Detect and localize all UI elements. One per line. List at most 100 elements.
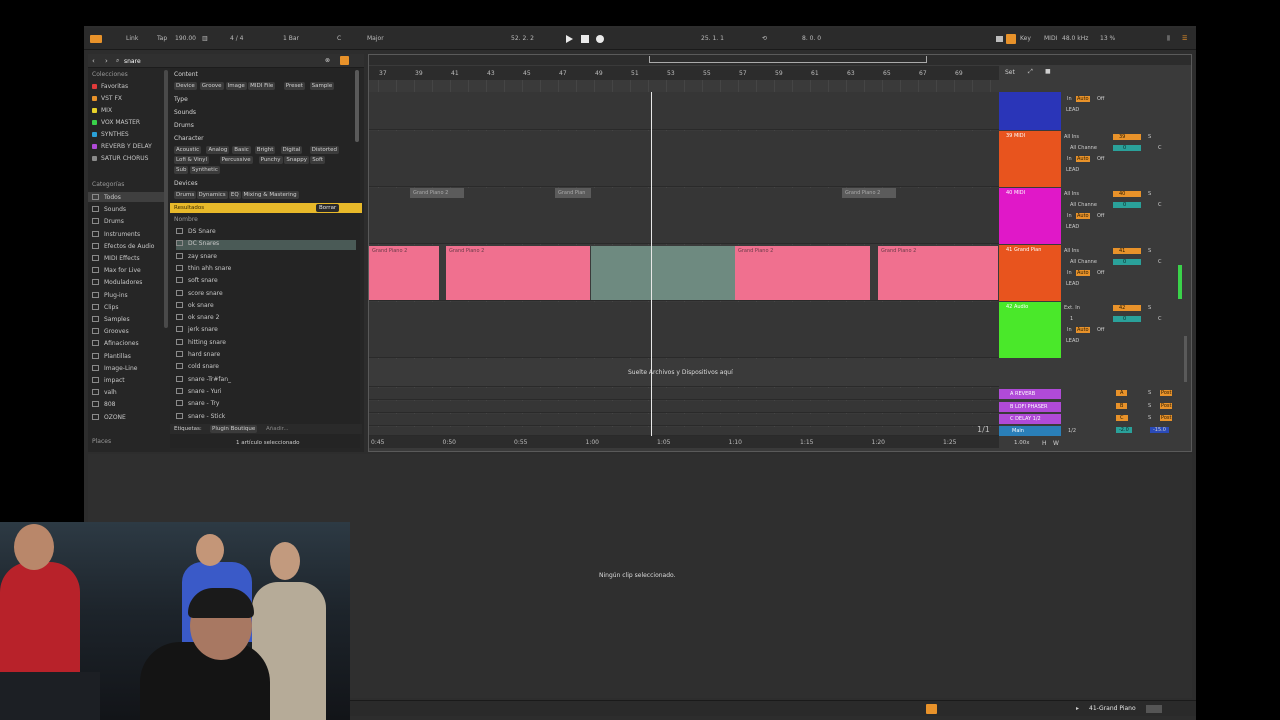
return-letter[interactable]: C	[1116, 415, 1128, 421]
set-button[interactable]: Set	[1001, 68, 1019, 77]
crossfade-button[interactable]: C	[1158, 316, 1162, 322]
solo-button[interactable]: S	[1148, 390, 1151, 396]
main-pan[interactable]: 1/2	[1068, 428, 1076, 434]
input-channel-select[interactable]: All Channe	[1070, 202, 1097, 208]
input-channel-select[interactable]: 1	[1070, 316, 1073, 322]
category-item[interactable]: Image-Line	[92, 364, 137, 372]
category-item[interactable]: Todos	[92, 194, 121, 201]
draw-mode-icon[interactable]	[996, 36, 1003, 42]
main-zoom[interactable]: 1.00x	[1012, 440, 1032, 446]
category-item[interactable]: MIDI Effects	[92, 255, 140, 262]
filter-chip[interactable]: Basic	[232, 146, 251, 154]
clip-grand-piano-2[interactable]: Grand Pian	[555, 188, 591, 198]
play-icon-small[interactable]: ▸	[1076, 705, 1079, 712]
return-letter[interactable]: B	[1116, 402, 1128, 409]
collection-item[interactable]: Favoritas	[92, 83, 128, 90]
main-track-name[interactable]: Main	[1012, 428, 1024, 434]
collection-item[interactable]: SYNTHES	[92, 131, 129, 138]
main-gain[interactable]: -15.0	[1150, 427, 1169, 433]
track-color-header[interactable]	[999, 131, 1061, 187]
category-item[interactable]: Samples	[92, 316, 130, 323]
key-map-icon[interactable]	[1006, 34, 1016, 44]
lock-icon[interactable]: ■	[1045, 68, 1051, 75]
track-color-header[interactable]	[999, 245, 1061, 301]
key-map-button[interactable]: Key	[1020, 35, 1031, 42]
collection-item[interactable]: SATUR CHORUS	[92, 155, 148, 162]
filter-chip[interactable]: Sub	[174, 166, 189, 174]
category-item[interactable]: valh	[92, 389, 117, 396]
category-item[interactable]: Afinaciones	[92, 340, 139, 347]
filter-chip[interactable]: Acoustic	[174, 146, 202, 154]
track-lane-5[interactable]	[369, 302, 999, 358]
monitor-off-button[interactable]: Off	[1097, 213, 1104, 219]
result-item[interactable]: cold snare	[176, 363, 356, 373]
input-type-select[interactable]: Ext. In	[1064, 305, 1080, 311]
crossfade-button[interactable]: C	[1158, 202, 1162, 208]
monitor-in-button[interactable]: In	[1067, 270, 1072, 276]
browser-content-scrollbar[interactable]	[355, 70, 359, 142]
filter-chip[interactable]: MIDI File	[248, 82, 276, 90]
filter-chip[interactable]: EQ	[228, 191, 241, 199]
filter-chip[interactable]: Lofi & Vinyl	[174, 156, 210, 164]
record-icon[interactable]	[596, 35, 604, 43]
solo-button[interactable]: S	[1148, 305, 1151, 311]
track-volume[interactable]: 41	[1113, 248, 1141, 254]
key-select[interactable]: C	[337, 35, 341, 42]
category-item[interactable]: Clips	[92, 303, 118, 311]
solo-button[interactable]: S	[1148, 248, 1151, 254]
result-item[interactable]: thin ahh snare	[176, 264, 356, 275]
solo-button[interactable]: S	[1148, 134, 1151, 140]
forward-icon[interactable]: ›	[105, 57, 108, 65]
return-track-name[interactable]: B LOFI PHASER	[1010, 404, 1048, 410]
track-name[interactable]: 40 MIDI	[1006, 190, 1025, 196]
content-filter-title[interactable]: Content	[174, 71, 198, 78]
filter-chip[interactable]: Soft	[310, 156, 326, 164]
filter-chip[interactable]: Preset	[283, 82, 305, 90]
collection-item[interactable]: MIX	[92, 107, 112, 114]
overview-icon[interactable]: ⫼	[1167, 35, 1170, 43]
category-item[interactable]: Moduladores	[92, 279, 142, 286]
return-track-name[interactable]: C DELAY 1/2	[1010, 416, 1041, 422]
main-volume[interactable]: -2.0	[1116, 427, 1132, 433]
selected-region[interactable]	[591, 246, 735, 300]
audio-to-select[interactable]: LEAD	[1066, 224, 1079, 230]
result-item[interactable]: snare - Yuri	[176, 387, 356, 398]
clip-grand-piano-2[interactable]: Grand Piano 2	[410, 188, 464, 198]
track-name[interactable]: 41 Grand Pian	[1006, 247, 1041, 253]
h-button[interactable]: H	[1042, 440, 1047, 447]
loop-length-field[interactable]: 8. 0. 0	[802, 35, 821, 42]
overview-viewport[interactable]	[649, 56, 927, 63]
search-input[interactable]: snare	[124, 58, 141, 65]
clip-grand-piano-2[interactable]: Grand Piano 2	[446, 246, 590, 300]
input-type-select[interactable]: All Ins	[1064, 191, 1079, 197]
input-type-select[interactable]: All Ins	[1064, 248, 1079, 254]
track-lane-1[interactable]	[369, 92, 999, 130]
tag-chip[interactable]: Plugin Boutique	[210, 425, 258, 433]
collection-item[interactable]: VOX MASTER	[92, 119, 140, 126]
audio-to-select[interactable]: LEAD	[1066, 107, 1079, 113]
time-ruler[interactable]: 0:45 0:50 0:55 1:00 1:05 1:10 1:15 1:20 1:25	[369, 436, 999, 448]
stop-icon[interactable]	[581, 35, 589, 43]
monitor-off-button[interactable]: Off	[1097, 156, 1104, 162]
filter-chip[interactable]: Percussive	[219, 156, 253, 164]
solo-button[interactable]: S	[1148, 415, 1151, 421]
category-item[interactable]: Sounds	[92, 206, 126, 213]
menu-icon[interactable]: ☰	[1182, 35, 1187, 42]
input-channel-select[interactable]: All Channe	[1070, 259, 1097, 265]
category-item[interactable]: Grooves	[92, 328, 129, 335]
result-item[interactable]: soft snare	[176, 277, 356, 287]
filter-chip[interactable]: Bright	[254, 146, 276, 154]
result-item[interactable]: ok snare 2	[176, 314, 356, 324]
input-channel-select[interactable]: All Channe	[1070, 145, 1097, 151]
name-column-header[interactable]: Nombre	[174, 216, 198, 223]
filter-chip[interactable]: Punchy	[258, 156, 283, 164]
collection-item[interactable]: REVERB Y DELAY	[92, 143, 152, 150]
track-pan[interactable]: 0	[1113, 202, 1141, 208]
clip-grand-piano-2[interactable]: Grand Piano 2	[878, 246, 998, 300]
result-item[interactable]: zay snare	[176, 252, 356, 263]
time-signature-field[interactable]: 4 / 4	[230, 35, 243, 42]
tap-button[interactable]: Tap	[157, 35, 167, 42]
result-item[interactable]: hitting snare	[176, 338, 356, 349]
return-letter[interactable]: A	[1116, 390, 1128, 396]
audio-to-select[interactable]: LEAD	[1066, 338, 1079, 344]
